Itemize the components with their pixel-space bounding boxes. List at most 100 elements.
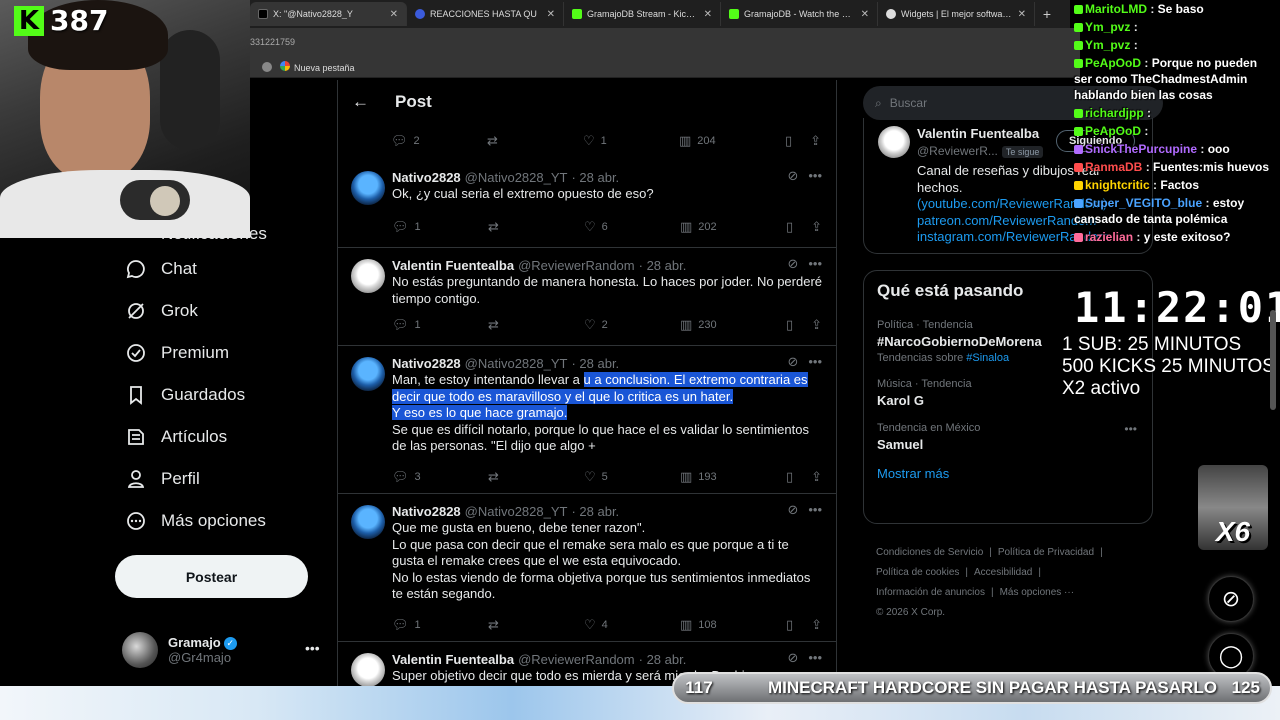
- sidebar-item-profile[interactable]: Perfil: [115, 458, 325, 500]
- browser-tab[interactable]: GramajoDB Stream - Kick Dashb ✕: [564, 2, 721, 26]
- grok-icon[interactable]: ⊘: [787, 650, 798, 666]
- repost-button[interactable]: ⇄: [488, 469, 584, 485]
- sidebar-item-articles[interactable]: Artículos: [115, 416, 325, 458]
- browser-tab[interactable]: Widgets | El mejor software pa ✕: [878, 2, 1035, 26]
- chat-icon: ◯: [1218, 643, 1244, 668]
- footer-link[interactable]: Política de Privacidad: [998, 547, 1094, 558]
- sidebar-item-premium[interactable]: Premium: [115, 332, 325, 374]
- views-button[interactable]: ▥ 202: [680, 219, 776, 235]
- scrollbar[interactable]: [1270, 310, 1276, 410]
- bookmark-icon[interactable]: ▯: [786, 219, 793, 235]
- bookmark-icon[interactable]: ▯: [786, 617, 793, 633]
- chat-username[interactable]: SnickThePurcupine: [1085, 142, 1197, 156]
- kick-follower-badge: K 387: [14, 4, 108, 37]
- reply-button[interactable]: 💬︎ 2: [391, 133, 487, 149]
- sidebar-item-grok[interactable]: Grok: [115, 290, 325, 332]
- chat-username[interactable]: razielian: [1085, 230, 1133, 244]
- repost-button[interactable]: ⇄: [488, 219, 584, 235]
- profile-name[interactable]: Valentin Fuentealba: [917, 126, 1039, 141]
- share-icon[interactable]: ⇪: [811, 219, 822, 235]
- tweet[interactable]: Valentin Fuentealba @ReviewerRandom · 28 a…: [338, 248, 836, 346]
- browser-tab[interactable]: REACCIONES HASTA QU ✕: [407, 2, 564, 26]
- close-icon[interactable]: ✕: [861, 9, 869, 20]
- more-dots-icon[interactable]: •••: [1124, 422, 1137, 436]
- chat-username[interactable]: Ym_pvz: [1085, 38, 1130, 52]
- back-arrow-icon[interactable]: ←: [352, 92, 369, 112]
- sidebar-item-bookmarks[interactable]: Guardados: [115, 374, 325, 416]
- close-icon[interactable]: ✕: [704, 9, 712, 20]
- tweet-thread: Nativo2828 @Nativo2828_YT · 28 abr. ⊘ ••• O…: [338, 160, 836, 702]
- footer-link[interactable]: Condiciones de Servicio: [876, 547, 983, 558]
- browser-tab[interactable]: GramajoDB - Watch the VOD o ✕: [721, 2, 878, 26]
- like-button[interactable]: ♡ 4: [584, 617, 680, 633]
- reply-button[interactable]: 💬︎ 1: [392, 219, 488, 235]
- new-tab-button[interactable]: +: [1035, 6, 1059, 22]
- chat-username[interactable]: RanmaDB: [1085, 160, 1142, 174]
- like-button[interactable]: ♡ 2: [584, 317, 680, 333]
- views-button[interactable]: ▥ 193: [680, 469, 776, 485]
- footer-link[interactable]: Política de cookies: [876, 567, 959, 578]
- chat-username[interactable]: Super_VEGITO_blue: [1085, 196, 1202, 210]
- tweet[interactable]: Nativo2828 @Nativo2828_YT · 28 abr. ⊘ ••• O…: [338, 160, 836, 248]
- chat-username[interactable]: MaritoLMD: [1085, 2, 1147, 16]
- share-icon[interactable]: ⇪: [811, 617, 822, 633]
- views-button[interactable]: ▥ 108: [680, 617, 776, 633]
- more-dots-icon[interactable]: •••: [305, 640, 320, 656]
- grok-icon[interactable]: ⊘: [787, 354, 798, 370]
- chat-username[interactable]: richardjpp: [1085, 106, 1144, 120]
- grok-icon[interactable]: ⊘: [787, 168, 798, 184]
- chat-username[interactable]: PeApOoD: [1085, 56, 1141, 70]
- chat-username[interactable]: knightcritic: [1085, 178, 1150, 192]
- trend-sub-link[interactable]: #Sinaloa: [966, 352, 1009, 364]
- like-button[interactable]: ♡ 5: [584, 469, 680, 485]
- chat-username[interactable]: Ym_pvz: [1085, 20, 1130, 34]
- footer-link[interactable]: Información de anuncios: [876, 587, 985, 598]
- kick-icon: [572, 9, 582, 19]
- views-button[interactable]: ▥ 204: [679, 133, 775, 149]
- reply-button[interactable]: 💬︎ 1: [392, 617, 488, 633]
- bookmark-item[interactable]: Nueva pestaña: [280, 60, 355, 73]
- share-icon[interactable]: ⇪: [810, 133, 821, 149]
- more-dots-icon[interactable]: •••: [808, 168, 822, 184]
- footer-link[interactable]: Accesibilidad: [974, 567, 1032, 578]
- more-dots-icon[interactable]: •••: [808, 502, 822, 518]
- headset: [160, 30, 220, 150]
- reply-button[interactable]: 💬︎ 3: [392, 469, 488, 485]
- chat-badge-icon: [1074, 163, 1083, 173]
- bookmarks-icon[interactable]: [262, 61, 272, 72]
- sidebar-item-chat[interactable]: Chat: [115, 248, 325, 290]
- close-icon[interactable]: ✕: [1018, 9, 1026, 20]
- repost-button[interactable]: ⇄: [488, 317, 584, 333]
- sidebar-item-more[interactable]: Más opciones: [115, 500, 325, 542]
- chat-username[interactable]: PeApOoD: [1085, 124, 1141, 138]
- share-icon[interactable]: ⇪: [811, 469, 822, 485]
- more-dots-icon[interactable]: •••: [808, 256, 822, 272]
- post-button[interactable]: Postear: [115, 555, 308, 598]
- share-icon[interactable]: ⇪: [811, 317, 822, 333]
- tweet[interactable]: Nativo2828 @Nativo2828_YT · 28 abr. ⊘ ••• Q…: [338, 494, 836, 642]
- grok-fab[interactable]: ⊘: [1208, 576, 1254, 622]
- tweet[interactable]: Nativo2828 @Nativo2828_YT · 28 abr. ⊘ ••• M…: [338, 346, 836, 494]
- more-dots-icon[interactable]: •••: [808, 354, 822, 370]
- account-switcher[interactable]: Gramajo ✓ @Gr4majo •••: [122, 632, 322, 668]
- close-icon[interactable]: ✕: [547, 9, 555, 20]
- bookmark-icon[interactable]: ▯: [786, 469, 793, 485]
- like-button[interactable]: ♡ 1: [583, 133, 679, 149]
- repost-button[interactable]: ⇄: [487, 133, 583, 149]
- footer-link[interactable]: Más opciones ···: [1000, 587, 1074, 598]
- show-more-link[interactable]: Mostrar más: [877, 466, 1139, 481]
- bookmark-icon[interactable]: ▯: [786, 317, 793, 333]
- reply-button[interactable]: 💬︎ 1: [392, 317, 488, 333]
- more-dots-icon[interactable]: •••: [808, 650, 822, 666]
- trend-item[interactable]: Tendencia en México Samuel •••: [877, 422, 1139, 452]
- like-button[interactable]: ♡ 6: [584, 219, 680, 235]
- views-icon: ▥: [680, 317, 693, 332]
- address-bar[interactable]: 331221759: [250, 28, 1080, 56]
- bookmark-icon[interactable]: ▯: [785, 133, 792, 149]
- grok-icon[interactable]: ⊘: [787, 502, 798, 518]
- browser-tab[interactable]: X: "@Nativo2828_Y ✕: [250, 2, 407, 26]
- grok-icon[interactable]: ⊘: [787, 256, 798, 272]
- repost-button[interactable]: ⇄: [488, 617, 584, 633]
- views-button[interactable]: ▥ 230: [680, 317, 776, 333]
- close-icon[interactable]: ✕: [390, 9, 398, 20]
